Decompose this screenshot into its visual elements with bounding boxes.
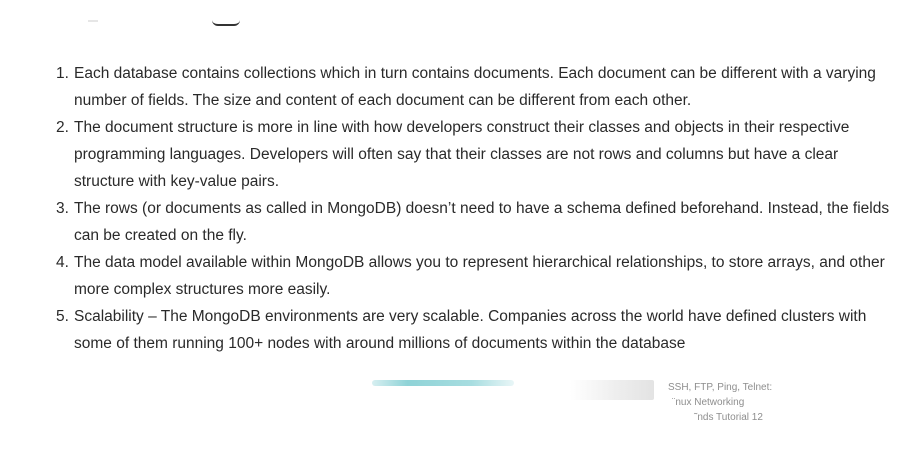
- caption-line: ˜nds Tutorial 12: [694, 412, 763, 423]
- list-item: 2. The document structure is more in lin…: [56, 114, 896, 195]
- list-item-number: 3.: [56, 200, 69, 217]
- list-item: 5. Scalability – The MongoDB environment…: [56, 303, 896, 357]
- list-item-number: 5.: [56, 308, 69, 325]
- heading-fragment-glyph: [212, 18, 240, 26]
- list-item-number: 4.: [56, 254, 69, 271]
- list-item-text: Scalability – The MongoDB environments a…: [74, 308, 867, 352]
- list-item-text: The rows (or documents as called in Mong…: [74, 200, 890, 244]
- video-thumbnail-edge[interactable]: [372, 380, 514, 386]
- heading-fragment-mark: [88, 20, 98, 22]
- list-item-text: Each database contains collections which…: [74, 65, 876, 109]
- caption-line: ¨nux Networking: [672, 397, 745, 408]
- related-content-strip: SSH, FTP, Ping, Telnet: ¨nux Networking …: [0, 374, 904, 453]
- related-video-caption[interactable]: SSH, FTP, Ping, Telnet: ¨nux Networking …: [668, 380, 818, 425]
- list-item-number: 2.: [56, 119, 69, 136]
- list-item-text: The data model available within MongoDB …: [74, 254, 885, 298]
- list-item: 3. The rows (or documents as called in M…: [56, 195, 896, 249]
- list-item-number: 1.: [56, 65, 69, 82]
- cropped-heading-fragment: [80, 8, 250, 30]
- features-list: 1. Each database contains collections wh…: [56, 60, 896, 357]
- thumbnail-image-edge[interactable]: [570, 380, 654, 400]
- list-item-text: The document structure is more in line w…: [74, 119, 850, 190]
- list-item: 1. Each database contains collections wh…: [56, 60, 896, 114]
- list-item: 4. The data model available within Mongo…: [56, 249, 896, 303]
- caption-line: SSH, FTP, Ping, Telnet:: [668, 382, 773, 393]
